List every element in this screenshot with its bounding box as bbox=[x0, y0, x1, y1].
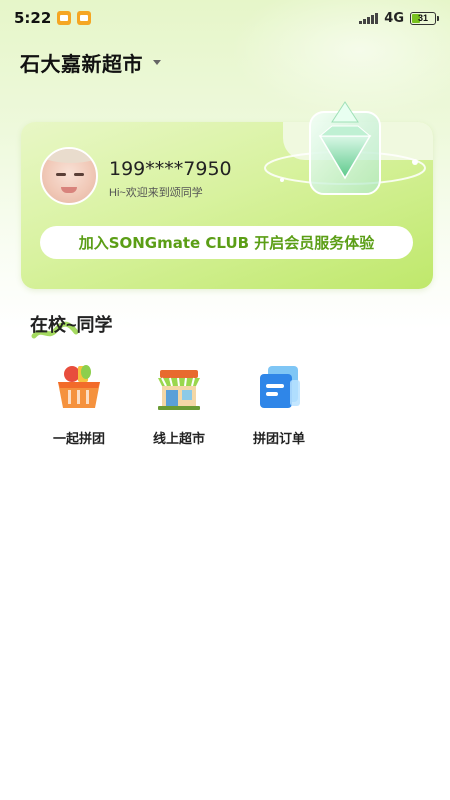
grid-label: 拼团订单 bbox=[252, 431, 305, 446]
store-name[interactable]: 石大嘉新超市 bbox=[20, 48, 143, 77]
welcome-text: Hi~欢迎来到颂同学 bbox=[109, 187, 203, 199]
join-club-button[interactable]: 加入SONGmate CLUB 开启会员服务体验 bbox=[40, 226, 413, 259]
notification-icon bbox=[57, 11, 72, 25]
store-icon bbox=[158, 370, 200, 410]
dropdown-caret-icon[interactable] bbox=[153, 60, 161, 65]
order-icon bbox=[260, 366, 300, 408]
group-buy-entry[interactable]: 一起拼团 bbox=[29, 360, 129, 447]
avatar[interactable] bbox=[40, 147, 98, 205]
grid-label: 线上超市 bbox=[152, 431, 205, 446]
section-title: 在校~同学 bbox=[30, 315, 113, 335]
battery-level: 31 bbox=[417, 13, 428, 23]
feature-grid: 一起拼团 线上超市 拼团订单 bbox=[29, 360, 329, 447]
diamond-gem-icon bbox=[264, 101, 426, 195]
user-phone: 199****7950 bbox=[109, 158, 232, 180]
battery-icon: 31 bbox=[410, 11, 439, 25]
network-type: 4G bbox=[384, 10, 404, 26]
status-time: 5:22 bbox=[14, 9, 52, 27]
signal-icon bbox=[359, 12, 379, 24]
notification-icon bbox=[77, 11, 92, 25]
group-order-entry[interactable]: 拼团订单 bbox=[229, 360, 329, 447]
basket-icon bbox=[58, 365, 100, 408]
online-market-entry[interactable]: 线上超市 bbox=[129, 360, 229, 447]
status-bar: 5:22 4G 31 bbox=[0, 0, 450, 36]
store-selector[interactable]: 石大嘉新超市 bbox=[20, 48, 161, 77]
grid-label: 一起拼团 bbox=[52, 431, 105, 446]
